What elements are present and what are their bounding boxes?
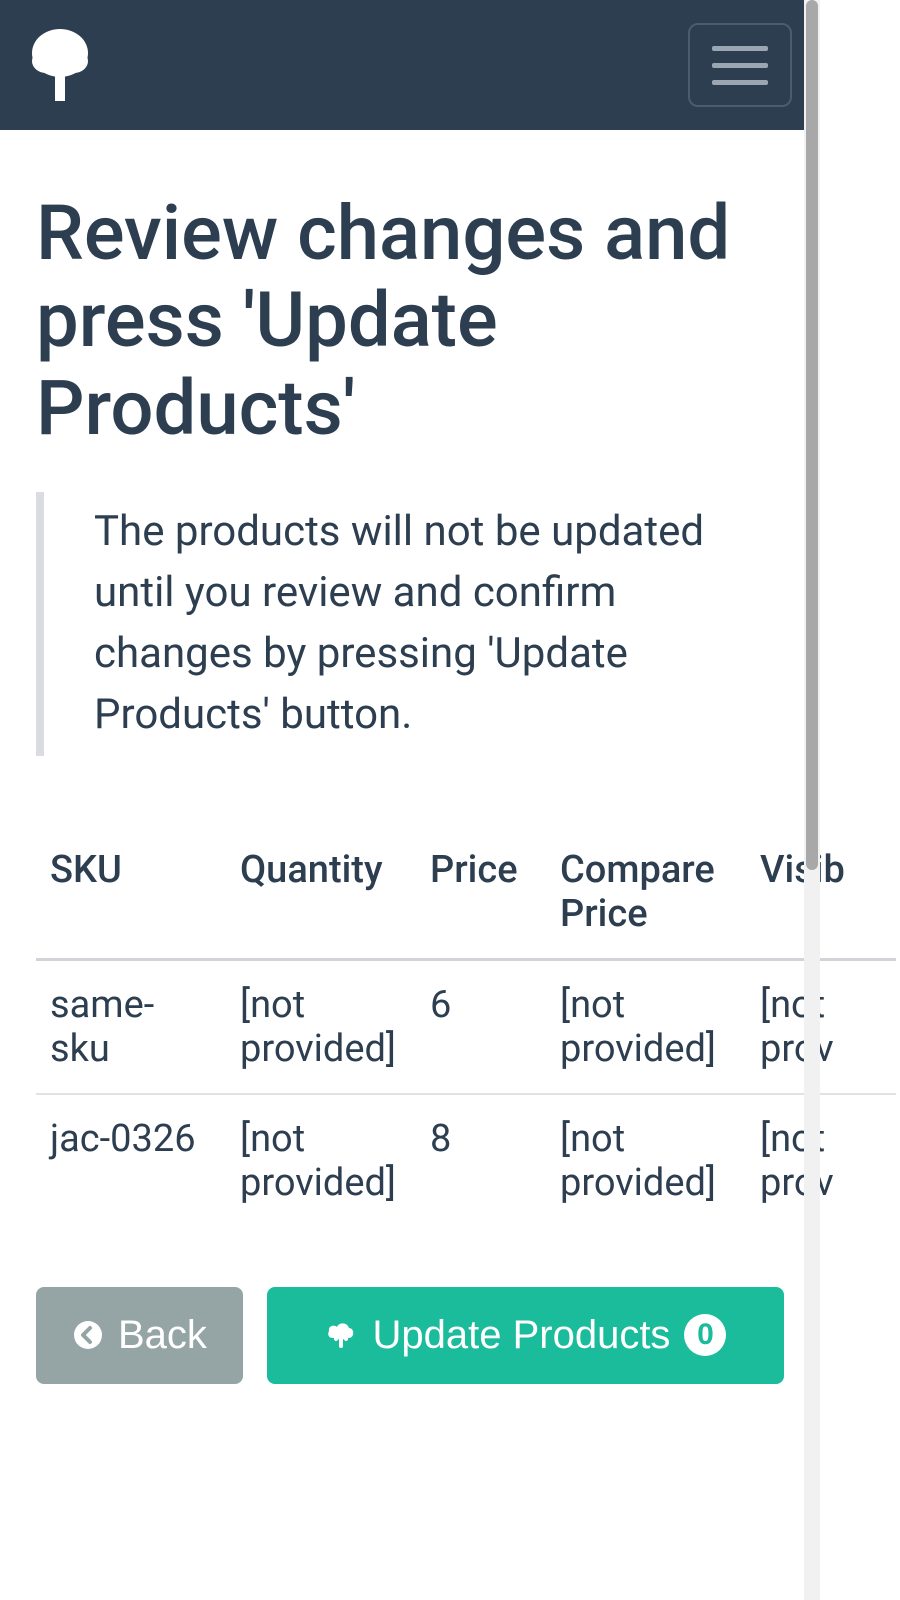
- col-header-quantity: Quantity: [226, 826, 416, 960]
- cell-price: 8: [416, 1094, 546, 1227]
- info-blockquote: The products will not be updated until y…: [36, 492, 784, 756]
- cell-visible: [not prov: [746, 959, 896, 1094]
- back-button-label: Back: [118, 1313, 207, 1358]
- logo-tree-icon[interactable]: [28, 27, 92, 103]
- col-header-sku: SKU: [36, 826, 226, 960]
- info-text: The products will not be updated until y…: [94, 502, 784, 746]
- cell-price: 6: [416, 959, 546, 1094]
- col-header-visible: Visib: [746, 826, 896, 960]
- scrollbar-thumb[interactable]: [806, 0, 818, 870]
- cell-sku: jac-0326: [36, 1094, 226, 1227]
- update-count-badge: 0: [684, 1314, 726, 1356]
- back-button[interactable]: Back: [36, 1287, 243, 1384]
- col-header-compare-price: Compare Price: [546, 826, 746, 960]
- cell-compare-price: [not provided]: [546, 959, 746, 1094]
- cell-sku: same-sku: [36, 959, 226, 1094]
- cell-quantity: [not provided]: [226, 1094, 416, 1227]
- update-button-label: Update Products: [372, 1313, 670, 1358]
- cell-quantity: [not provided]: [226, 959, 416, 1094]
- main-content: Review changes and press 'Update Product…: [0, 130, 820, 1424]
- col-header-price: Price: [416, 826, 546, 960]
- navbar: [0, 0, 820, 130]
- upload-icon: [324, 1318, 358, 1352]
- cell-compare-price: [not provided]: [546, 1094, 746, 1227]
- cell-visible: [not prov: [746, 1094, 896, 1227]
- table-row: same-sku [not provided] 6 [not provided]…: [36, 959, 896, 1094]
- menu-toggle-button[interactable]: [688, 23, 792, 107]
- update-products-button[interactable]: Update Products 0: [267, 1287, 784, 1384]
- arrow-left-icon: [72, 1319, 104, 1351]
- button-row: Back Update Products 0: [36, 1287, 784, 1384]
- changes-table: SKU Quantity Price Compare Price Visib s…: [36, 826, 896, 1227]
- page-title: Review changes and press 'Update Product…: [36, 190, 784, 452]
- scrollbar[interactable]: [804, 0, 820, 1600]
- table-row: jac-0326 [not provided] 8 [not provided]…: [36, 1094, 896, 1227]
- table-header-row: SKU Quantity Price Compare Price Visib: [36, 826, 896, 960]
